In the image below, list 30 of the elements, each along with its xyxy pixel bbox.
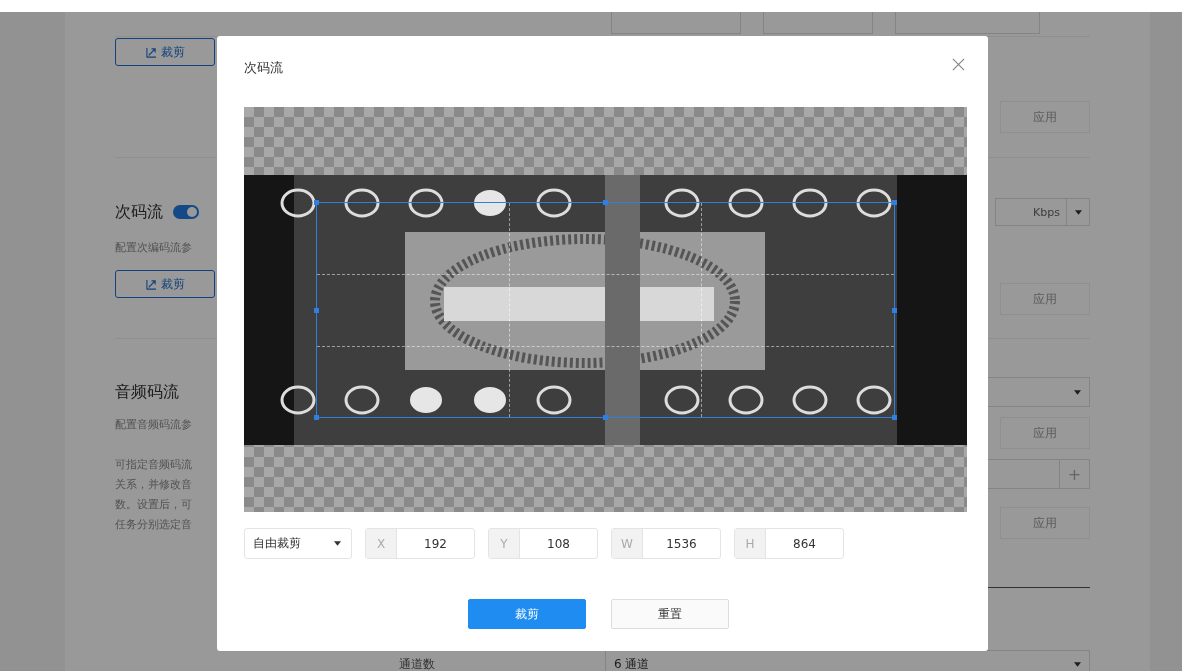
apply-button[interactable]: 应用: [1000, 283, 1090, 315]
input-field[interactable]: [763, 12, 873, 34]
crop-frame[interactable]: [316, 202, 895, 419]
apply-button[interactable]: 应用: [1000, 101, 1090, 133]
reset-button[interactable]: 重置: [611, 599, 729, 629]
unit-label: Kbps: [1033, 205, 1061, 219]
caret-icon: [334, 541, 341, 546]
caret-icon: [1074, 661, 1081, 667]
crop-button[interactable]: 裁剪: [115, 270, 215, 298]
dialog-title: 次码流: [244, 59, 283, 77]
crop-icon: [145, 278, 157, 290]
field-label: 通道数: [399, 655, 435, 671]
section-title: 次码流: [115, 201, 163, 223]
close-icon[interactable]: [952, 57, 965, 71]
bitrate-unit-select[interactable]: Kbps: [995, 198, 1090, 226]
crop-mode-select[interactable]: 自由裁剪: [244, 528, 352, 559]
section-description: 配置次编码流参: [115, 240, 192, 255]
section-description: 配置音频码流参: [115, 417, 192, 432]
caret-icon: [1074, 389, 1081, 395]
apply-button[interactable]: 应用: [1000, 417, 1090, 449]
crop-button[interactable]: 裁剪: [468, 599, 586, 629]
input-field[interactable]: [611, 12, 741, 34]
toggle-switch[interactable]: [173, 205, 199, 219]
section-title: 音频码流: [115, 381, 179, 403]
input-field[interactable]: [895, 12, 1040, 34]
apply-button[interactable]: 应用: [1000, 507, 1090, 539]
help-paragraph: 可指定音频码流 关系，并修改音 数。设置后，可 任务分别选定音: [115, 457, 192, 533]
caret-icon: [1074, 209, 1082, 215]
crop-button[interactable]: 裁剪: [115, 38, 215, 66]
crop-icon: [145, 46, 157, 58]
